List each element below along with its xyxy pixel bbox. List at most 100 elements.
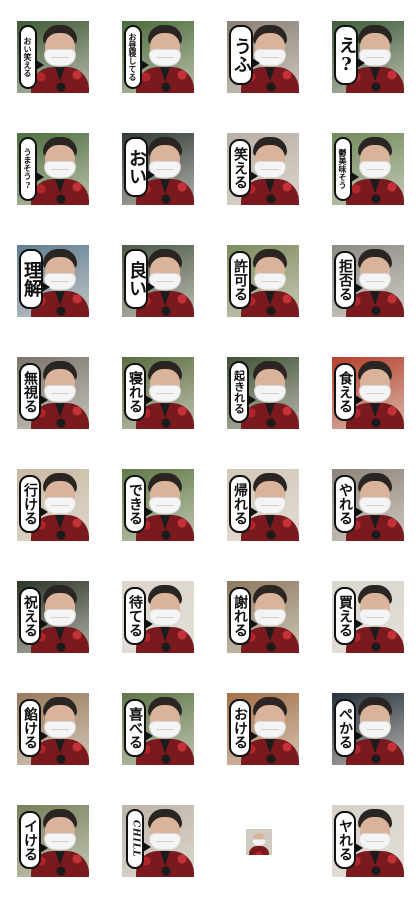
sticker-item[interactable]: イける: [17, 805, 89, 877]
face-mask: [44, 721, 76, 738]
sticker-caption: 起きれる: [232, 370, 246, 414]
sticker-caption: 買える: [337, 595, 353, 637]
speech-bubble: うまそう?: [19, 137, 37, 201]
speech-bubble: え?: [334, 25, 358, 85]
face-mask: [44, 161, 76, 178]
sticker-item[interactable]: え?: [332, 21, 404, 93]
sticker-item[interactable]: できる: [122, 469, 194, 541]
sticker-caption: 無視る: [22, 371, 38, 413]
sticker-item[interactable]: 寝れる: [122, 357, 194, 429]
sticker-item[interactable]: 謝れる: [227, 581, 299, 653]
sticker-item[interactable]: CHILL: [122, 805, 194, 877]
speech-bubble-tail: [42, 282, 50, 292]
sticker-caption: 良い: [126, 261, 147, 297]
speech-bubble-tail: [36, 172, 44, 182]
speech-bubble-tail: [355, 283, 363, 293]
sticker-caption: できる: [127, 483, 143, 525]
speech-bubble: 買える: [334, 587, 356, 645]
sticker-caption: 待てる: [127, 595, 143, 637]
speech-bubble: 拒否る: [334, 251, 356, 309]
speech-bubble-tail: [141, 60, 149, 70]
sticker-item[interactable]: うまそう?: [17, 133, 89, 205]
speech-bubble-tail: [355, 395, 363, 405]
speech-bubble-tail: [355, 507, 363, 517]
speech-bubble-tail: [351, 172, 359, 182]
speech-bubble: 餡ける: [19, 699, 41, 757]
face-mask: [254, 497, 286, 514]
speech-bubble-tail: [145, 731, 153, 741]
face-mask: [44, 49, 76, 66]
sticker-item[interactable]: 理解: [17, 245, 89, 317]
speech-bubble: 鬱美味そう: [334, 137, 352, 201]
sticker-item[interactable]: 祝える: [17, 581, 89, 653]
sticker-item[interactable]: 無視る: [17, 357, 89, 429]
speech-bubble: うふ: [229, 25, 253, 85]
speech-bubble-tail: [40, 843, 48, 853]
sticker-item[interactable]: 待てる: [122, 581, 194, 653]
speech-bubble-tail: [250, 619, 258, 629]
sticker-item[interactable]: 笑える: [227, 133, 299, 205]
sticker-item[interactable]: 行ける: [17, 469, 89, 541]
sticker-caption: 寝れる: [127, 371, 143, 413]
speech-bubble-tail: [355, 619, 363, 629]
sticker-item[interactable]: 帰れる: [227, 469, 299, 541]
face-mask: [149, 833, 181, 850]
speech-bubble: 帰れる: [229, 475, 251, 533]
woman-figure: [31, 25, 89, 93]
floral-jacket: [249, 846, 269, 855]
speech-bubble-tail: [250, 171, 258, 181]
sticker-caption: おい笑える: [23, 37, 33, 77]
sticker-item[interactable]: 食える: [332, 357, 404, 429]
sticker-item[interactable]: 起きれる: [227, 357, 299, 429]
sticker-item[interactable]: やれる: [332, 469, 404, 541]
speech-bubble-tail: [248, 395, 256, 405]
sticker-caption: 餡ける: [22, 707, 38, 749]
sticker-item[interactable]: おい笑える: [17, 21, 89, 93]
sticker-item[interactable]: 喜べる: [122, 693, 194, 765]
sticker-item[interactable]: おい: [122, 133, 194, 205]
sticker-item[interactable]: おける: [227, 693, 299, 765]
sticker-caption: 理解: [21, 261, 42, 297]
woman-figure: [136, 25, 194, 93]
sticker-item[interactable]: お昼寝してる: [122, 21, 194, 93]
speech-bubble-tail: [147, 282, 155, 292]
speech-bubble: 無視る: [19, 363, 41, 421]
speech-bubble: 謝れる: [229, 587, 251, 645]
small-sticker-thumbnail[interactable]: [246, 829, 272, 855]
face-mask: [44, 385, 76, 402]
face-mask: [44, 833, 76, 850]
sticker-caption: 許可る: [232, 259, 248, 301]
sticker-item[interactable]: うふ: [227, 21, 299, 93]
speech-bubble: おい笑える: [19, 25, 37, 89]
speech-bubble-tail: [250, 283, 258, 293]
speech-bubble: 喜べる: [124, 699, 146, 757]
speech-bubble-tail: [357, 58, 365, 68]
sticker-item[interactable]: 拒否る: [332, 245, 404, 317]
face-mask: [149, 721, 181, 738]
face-mask: [359, 497, 391, 514]
speech-bubble-tail: [143, 842, 151, 852]
speech-bubble: できる: [124, 475, 146, 533]
sticker-caption: ヤれる: [337, 819, 353, 861]
sticker-caption: 謝れる: [232, 595, 248, 637]
speech-bubble-tail: [40, 731, 48, 741]
sticker-caption: 帰れる: [232, 483, 248, 525]
speech-bubble-tail: [40, 395, 48, 405]
sticker-item[interactable]: ヤれる: [332, 805, 404, 877]
sticker-item[interactable]: 餡ける: [17, 693, 89, 765]
sticker-caption: うふ: [231, 37, 252, 73]
sticker-caption: 鬱美味そう: [338, 149, 348, 189]
speech-bubble-tail: [250, 731, 258, 741]
speech-bubble: 起きれる: [229, 361, 249, 423]
sticker-caption: 笑える: [232, 147, 248, 189]
speech-bubble-tail: [40, 619, 48, 629]
face-mask: [359, 161, 391, 178]
sticker-item[interactable]: ぺかる: [332, 693, 404, 765]
face-mask: [254, 161, 286, 178]
sticker-item[interactable]: 買える: [332, 581, 404, 653]
speech-bubble: おい: [124, 137, 148, 197]
sticker-item[interactable]: 良い: [122, 245, 194, 317]
sticker-item[interactable]: 許可る: [227, 245, 299, 317]
speech-bubble-tail: [355, 731, 363, 741]
sticker-item[interactable]: 鬱美味そう: [332, 133, 404, 205]
